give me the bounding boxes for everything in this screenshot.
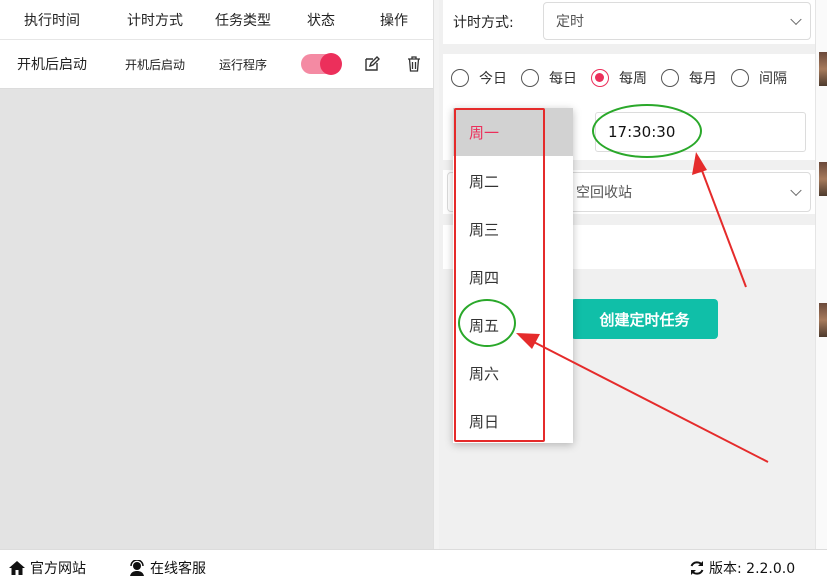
official-website-label: 官方网站 bbox=[30, 561, 86, 577]
table-header: 执行时间 计时方式 任务类型 状态 操作 bbox=[0, 0, 433, 40]
header-status: 状态 bbox=[307, 12, 335, 29]
radio-dot bbox=[591, 69, 609, 87]
radio-label: 每日 bbox=[549, 71, 577, 87]
radio-label: 每月 bbox=[689, 71, 717, 87]
radio-monthly[interactable]: 每月 bbox=[661, 68, 717, 88]
frequency-radio-group: 今日 每日 每周 每月 间隔 bbox=[451, 68, 801, 88]
radio-label: 每周 bbox=[619, 71, 647, 87]
radio-label: 间隔 bbox=[759, 71, 787, 87]
status-toggle[interactable] bbox=[301, 53, 342, 75]
radio-today[interactable]: 今日 bbox=[451, 68, 507, 88]
online-support-link[interactable]: 在线客服 bbox=[128, 550, 206, 585]
row-timing-mode: 开机后启动 bbox=[124, 57, 185, 72]
create-task-button[interactable]: 创建定时任务 bbox=[571, 299, 718, 339]
task-type-value: 空回收站 bbox=[576, 185, 632, 201]
radio-daily[interactable]: 每日 bbox=[521, 68, 577, 88]
support-agent-icon bbox=[130, 560, 144, 576]
radio-label: 今日 bbox=[479, 71, 507, 87]
table-row[interactable]: 开机后启动 开机后启动 运行程序 bbox=[0, 40, 433, 89]
radio-dot bbox=[521, 69, 539, 87]
timing-mode-value: 定时 bbox=[556, 14, 584, 30]
annotation-time-circle bbox=[592, 104, 702, 158]
task-list-pane: 执行时间 计时方式 任务类型 状态 操作 开机后启动 开机后启动 运行程序 bbox=[0, 0, 433, 549]
header-timing-mode: 计时方式 bbox=[127, 12, 183, 29]
header-actions: 操作 bbox=[380, 12, 408, 29]
trash-icon[interactable] bbox=[403, 53, 425, 75]
version-info: 版本: 2.2.0.0 bbox=[689, 550, 795, 585]
thumbnail-image bbox=[819, 52, 827, 86]
chevron-down-icon bbox=[790, 13, 802, 26]
edit-icon[interactable] bbox=[361, 53, 383, 75]
annotation-red-box bbox=[454, 108, 545, 442]
online-support-label: 在线客服 bbox=[150, 561, 206, 577]
radio-weekly[interactable]: 每周 bbox=[591, 68, 647, 88]
radio-dot bbox=[451, 69, 469, 87]
official-website-link[interactable]: 官方网站 bbox=[8, 550, 86, 585]
radio-dot bbox=[731, 69, 749, 87]
annotation-friday-circle bbox=[458, 299, 516, 347]
header-exec-time: 执行时间 bbox=[24, 12, 80, 29]
timing-mode-card: 计时方式: 定时 bbox=[443, 0, 815, 44]
timing-mode-select[interactable]: 定时 bbox=[543, 2, 811, 40]
thumbnail-image bbox=[819, 162, 827, 196]
row-exec-time: 开机后启动 bbox=[17, 57, 87, 73]
row-task-type: 运行程序 bbox=[218, 57, 267, 72]
radio-interval[interactable]: 间隔 bbox=[731, 68, 787, 88]
version-label: 版本: 2.2.0.0 bbox=[709, 561, 796, 577]
thumbnail-image bbox=[819, 303, 827, 337]
chevron-down-icon bbox=[790, 184, 802, 197]
home-icon bbox=[9, 561, 25, 575]
status-bar: 官方网站 在线客服 版本: 2.2.0.0 bbox=[0, 549, 827, 585]
side-thumbnail-strip bbox=[815, 0, 827, 549]
header-task-type: 任务类型 bbox=[215, 12, 271, 29]
radio-dot bbox=[661, 69, 679, 87]
refresh-icon bbox=[690, 561, 704, 575]
timing-mode-label: 计时方式: bbox=[453, 15, 514, 31]
